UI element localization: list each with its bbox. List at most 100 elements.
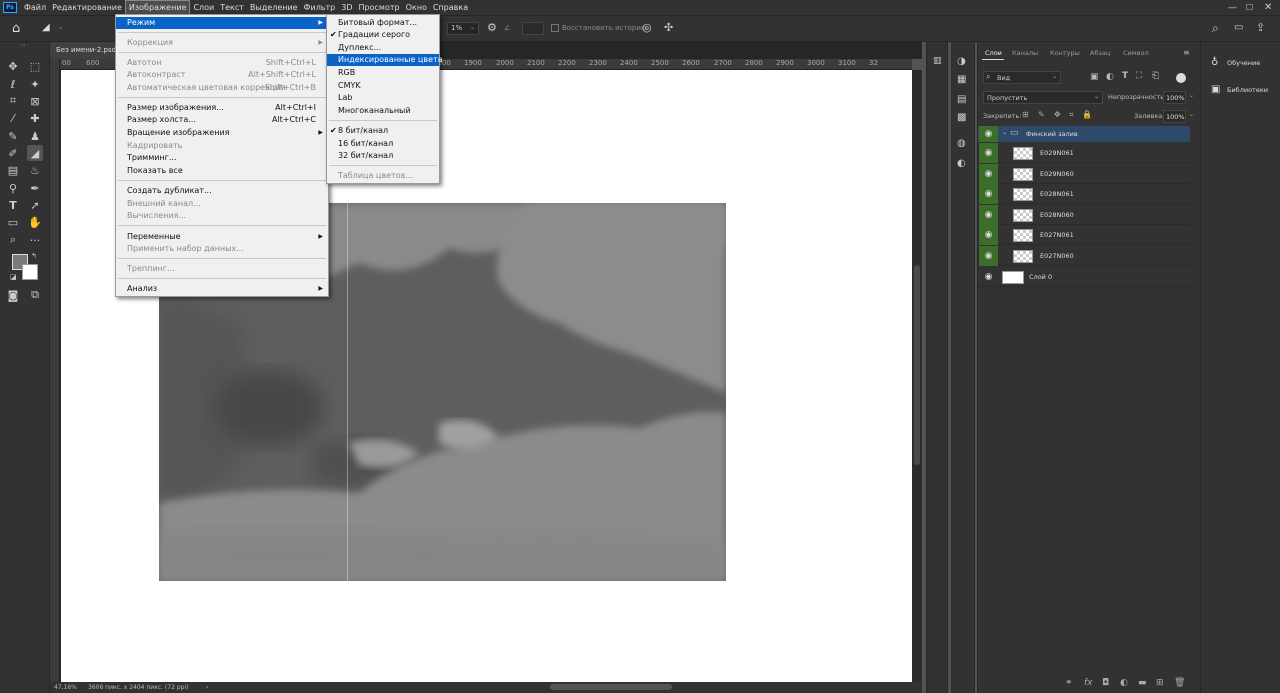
brush-tool-icon[interactable]: ✎ xyxy=(5,128,21,144)
visibility-eye-icon[interactable]: ◉ xyxy=(979,267,998,287)
menu-view[interactable]: Просмотр xyxy=(356,0,403,15)
pressure-icon[interactable]: ◎ xyxy=(642,21,652,34)
menu-select[interactable]: Выделение xyxy=(247,0,301,15)
lock-transparency-icon[interactable]: ⊞ xyxy=(1022,110,1029,119)
filter-adjustment-icon[interactable]: ◐ xyxy=(1106,72,1114,82)
filter-toggle[interactable] xyxy=(1176,73,1186,83)
mode-item-8bit[interactable]: ✔ 8 бит/канал xyxy=(327,125,439,137)
vertical-ruler[interactable] xyxy=(50,59,60,682)
layer-row[interactable]: ◉ E027N061 xyxy=(978,225,1190,245)
menu-item-adjustments[interactable]: Коррекция ▶ xyxy=(116,37,328,49)
menu-window[interactable]: Окно xyxy=(403,0,430,15)
mode-item-grayscale[interactable]: ✔ Градации серого xyxy=(327,29,439,41)
chevron-down-icon[interactable]: ⌄ xyxy=(58,24,63,31)
menu-edit[interactable]: Редактирование xyxy=(49,0,125,15)
layer-group-row[interactable]: ◉ ⌄ ▭ Финский залив xyxy=(978,126,1190,142)
default-colors-icon[interactable]: ◪ xyxy=(10,273,17,281)
adjustments-panel-icon[interactable]: ◍ xyxy=(957,138,966,149)
add-mask-icon[interactable]: ◘ xyxy=(1102,678,1109,688)
libraries-label[interactable]: Библиотеки xyxy=(1227,86,1268,94)
learn-label[interactable]: Обучение xyxy=(1227,59,1260,67)
menu-item-trim[interactable]: Тримминг... xyxy=(116,152,328,164)
filter-smart-object-icon[interactable]: ⎗ xyxy=(1152,71,1159,81)
menu-item-analysis[interactable]: Анализ ▶ xyxy=(116,283,328,295)
tab-channels[interactable]: Каналы xyxy=(1012,49,1038,57)
quick-mask-icon[interactable]: ◙ xyxy=(5,287,21,303)
menu-item-variables[interactable]: Переменные ▶ xyxy=(116,231,328,243)
opacity-field[interactable]: 100% xyxy=(1163,91,1186,104)
mode-item-32bit[interactable]: 32 бит/канал xyxy=(327,150,439,162)
gradients-panel-icon[interactable]: ▤ xyxy=(957,94,966,105)
panel-menu-icon[interactable]: ≡ xyxy=(1183,48,1190,57)
photoshop-logo-icon[interactable]: Ps xyxy=(3,2,17,13)
adjustment-layer-icon[interactable]: ◐ xyxy=(1120,678,1128,688)
close-icon[interactable]: ✕ xyxy=(1264,2,1272,13)
menu-item-trap[interactable]: Треппинг... xyxy=(116,263,328,275)
filter-shape-icon[interactable]: ⛶ xyxy=(1136,71,1142,81)
group-expand-chevron-icon[interactable]: ⌄ xyxy=(1002,129,1007,136)
trash-icon[interactable]: 🗑 xyxy=(1174,678,1185,688)
workspace-icon[interactable]: ▭ xyxy=(1234,22,1243,33)
mode-item-indexed-color[interactable]: Индексированные цвета xyxy=(327,54,443,66)
menu-item-duplicate[interactable]: Создать дубликат... xyxy=(116,185,328,197)
maximize-icon[interactable]: ☐ xyxy=(1246,3,1253,12)
layer-row[interactable]: ◉ E028N061 xyxy=(978,184,1190,204)
menu-item-canvas-size[interactable]: Размер холста... Alt+Ctrl+C xyxy=(116,114,328,126)
hand-tool-icon[interactable]: ✋ xyxy=(27,214,43,230)
document-tab[interactable]: Без имени-2.psd xyxy=(50,42,116,59)
zoom-tool-icon[interactable]: ⌕ xyxy=(5,232,21,248)
frame-tool-icon[interactable]: ⊠ xyxy=(27,93,43,109)
gradient-tool-icon[interactable]: ▤ xyxy=(5,162,21,178)
marquee-tool-icon[interactable]: ⬚ xyxy=(27,58,43,74)
status-arrow-icon[interactable]: › xyxy=(206,682,208,693)
menu-image[interactable]: Изображение xyxy=(124,0,191,15)
type-tool-icon[interactable]: T xyxy=(5,197,21,213)
menu-item-mode[interactable]: Режим ▶ xyxy=(116,17,328,29)
layer-row[interactable]: ◉ E029N060 xyxy=(978,164,1190,184)
lock-pixels-icon[interactable]: ✎ xyxy=(1038,110,1045,119)
tab-layers[interactable]: Слои xyxy=(985,49,1002,57)
menu-item-apply-data-set[interactable]: Применить набор данных... xyxy=(116,243,328,255)
styles-panel-icon[interactable]: ◐ xyxy=(957,158,966,169)
guide-line[interactable] xyxy=(347,203,348,581)
menu-file[interactable]: Файл xyxy=(21,0,49,15)
patterns-panel-icon[interactable]: ▩ xyxy=(957,112,966,123)
path-selection-tool-icon[interactable]: ➚ xyxy=(27,197,43,213)
search-icon[interactable]: ⌕ xyxy=(1212,21,1219,36)
mode-item-lab[interactable]: Lab xyxy=(327,92,439,104)
vertical-scrollbar-thumb[interactable] xyxy=(914,265,920,465)
menu-item-reveal-all[interactable]: Показать все xyxy=(116,165,328,177)
more-tools-icon[interactable]: ··· xyxy=(27,232,43,248)
menu-item-image-rotation[interactable]: Вращение изображения ▶ xyxy=(116,127,328,139)
lightbulb-icon[interactable]: ♁ xyxy=(1211,57,1218,68)
menu-item-auto-contrast[interactable]: Автоконтраст Alt+Shift+Ctrl+L xyxy=(116,69,328,81)
restore-history-checkbox[interactable] xyxy=(551,24,559,32)
color-panel-icon[interactable]: ◑ xyxy=(957,56,966,67)
magic-wand-tool-icon[interactable]: ✦ xyxy=(27,76,43,92)
link-layers-icon[interactable]: ⚭ xyxy=(1065,678,1073,688)
mode-item-16bit[interactable]: 16 бит/канал xyxy=(327,138,439,150)
libraries-icon[interactable]: ▣ xyxy=(1211,84,1220,95)
menu-help[interactable]: Справка xyxy=(430,0,471,15)
layer-row[interactable]: ◉ E029N061 xyxy=(978,143,1190,163)
tab-character[interactable]: Символ xyxy=(1123,49,1149,57)
menu-item-calculations[interactable]: Вычисления... xyxy=(116,210,328,222)
mode-item-rgb[interactable]: RGB xyxy=(327,67,439,79)
chevron-down-icon[interactable]: ⌄ xyxy=(1189,92,1194,99)
properties-panel-icon[interactable]: ▥ xyxy=(933,56,942,66)
mode-item-duotone[interactable]: Дуплекс... xyxy=(327,42,439,54)
mode-item-bitmap[interactable]: Битовый формат... xyxy=(327,17,439,29)
menu-item-image-size[interactable]: Размер изображения... Alt+Ctrl+I xyxy=(116,102,328,114)
visibility-eye-icon[interactable]: ◉ xyxy=(979,205,998,225)
rectangle-tool-icon[interactable]: ▭ xyxy=(5,214,21,230)
angle-field[interactable] xyxy=(522,22,544,35)
menu-item-auto-color[interactable]: Автоматическая цветовая коррекция Shift+C… xyxy=(116,82,328,94)
mode-item-multichannel[interactable]: Многоканальный xyxy=(327,105,439,117)
move-tool-icon[interactable]: ✥ xyxy=(5,58,21,74)
layer-row[interactable]: ◉ Слой 0 xyxy=(978,267,1190,287)
eyedropper-tool-icon[interactable]: ⁄ xyxy=(5,110,21,126)
share-icon[interactable]: ⇪ xyxy=(1256,21,1265,34)
mode-item-color-table[interactable]: Таблица цветов... xyxy=(327,170,439,182)
screen-mode-icon[interactable]: ⧉ xyxy=(27,287,43,303)
chevron-down-icon[interactable]: ⌄ xyxy=(470,24,475,31)
